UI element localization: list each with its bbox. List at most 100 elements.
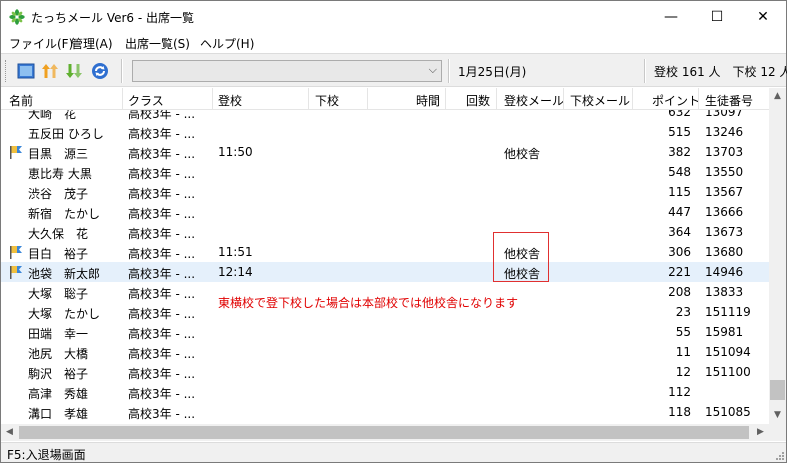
column-header-arrival-mail[interactable]: 登校メール (504, 92, 564, 109)
cell-points: 12 (675, 365, 691, 379)
cell-points: 382 (668, 145, 691, 159)
exit-arrows-icon[interactable] (65, 62, 83, 80)
toolbar-grip[interactable] (5, 60, 8, 82)
cell-points: 11 (675, 345, 691, 359)
cell-class: 高校3年 - ... (128, 307, 196, 321)
table-row[interactable]: 池尻 大橋 高校3年 - ... 11 151094 (1, 342, 771, 362)
flag-icon (8, 144, 24, 160)
column-divider[interactable] (698, 88, 699, 110)
cell-class: 高校3年 - ... (128, 167, 196, 181)
table-row[interactable]: 高津 秀雄 高校3年 - ... 112 (1, 382, 771, 402)
table-row[interactable]: 溝口 孝雄 高校3年 - ... 118 151085 (1, 402, 771, 422)
vertical-scroll-thumb[interactable] (770, 380, 785, 400)
cell-class: 高校3年 - ... (128, 227, 196, 241)
list-header: 名前 クラス 登校 下校 時間 回数 登校メール 下校メール ポイント 生徒番号 (1, 88, 771, 110)
cell-class: 高校3年 - ... (128, 187, 196, 201)
column-divider[interactable] (632, 88, 633, 110)
cell-class: 高校3年 - ... (128, 367, 196, 381)
attendance-list[interactable]: 名前 クラス 登校 下校 時間 回数 登校メール 下校メール ポイント 生徒番号… (1, 88, 786, 424)
cell-class: 高校3年 - ... (128, 147, 196, 161)
enter-arrows-icon[interactable] (41, 62, 59, 80)
column-header-name[interactable]: 名前 (9, 92, 33, 109)
cell-class: 高校3年 - ... (128, 207, 196, 221)
cell-points: 23 (675, 305, 691, 319)
table-row[interactable]: 田端 幸一 高校3年 - ... 55 15981 (1, 322, 771, 342)
refresh-icon[interactable] (91, 62, 109, 80)
scroll-left-icon[interactable]: ◀ (1, 424, 18, 441)
table-row[interactable]: 大崎 花 高校3年 - ... 632 13097 (1, 110, 771, 122)
cell-points: 364 (668, 225, 691, 239)
cell-class: 高校3年 - ... (128, 287, 196, 301)
cell-points: 115 (668, 185, 691, 199)
column-header-arrival[interactable]: 登校 (218, 92, 242, 109)
column-header-departure[interactable]: 下校 (315, 92, 339, 109)
cell-student-id: 13666 (705, 205, 744, 219)
scroll-down-icon[interactable]: ▼ (769, 407, 786, 424)
menu-manage[interactable]: 管理(A) (71, 35, 113, 52)
maximize-button[interactable]: ☐ (694, 1, 740, 33)
cell-student-id: 151085 (705, 405, 751, 419)
column-divider[interactable] (308, 88, 309, 110)
column-header-class[interactable]: クラス (128, 92, 164, 109)
column-divider[interactable] (212, 88, 213, 110)
close-button[interactable]: ✕ (740, 1, 786, 33)
cell-points: 447 (668, 205, 691, 219)
column-header-time[interactable]: 時間 (416, 92, 440, 109)
annotation-note: 東横校で登下校した場合は本部校では他校舎になります (218, 296, 519, 310)
cell-points: 515 (668, 125, 691, 139)
cell-points: 55 (675, 325, 691, 339)
minimize-button[interactable]: — (648, 1, 694, 33)
cell-points: 548 (668, 165, 691, 179)
table-row[interactable]: 新宿 たかし 高校3年 - ... 447 13666 (1, 202, 771, 222)
flag-icon (8, 244, 24, 260)
vertical-scrollbar[interactable]: ▲ ▼ (769, 88, 786, 424)
column-header-departure-mail[interactable]: 下校メール (570, 92, 630, 109)
scroll-up-icon[interactable]: ▲ (769, 88, 786, 105)
menu-file[interactable]: ファイル(F) (9, 35, 73, 52)
table-row[interactable]: 目白 裕子 高校3年 - ... 11:51 他校舎 306 13680 (1, 242, 771, 262)
horizontal-scrollbar[interactable]: ◀ ▶ (1, 424, 769, 441)
cell-student-id: 13097 (705, 110, 744, 119)
horizontal-scroll-thumb[interactable] (19, 426, 749, 439)
cell-arrival: 11:50 (218, 145, 253, 159)
cell-class: 高校3年 - ... (128, 247, 196, 261)
table-row[interactable]: 目黒 源三 高校3年 - ... 11:50 他校舎 382 13703 (1, 142, 771, 162)
table-row[interactable]: 大久保 花 高校3年 - ... 364 13673 (1, 222, 771, 242)
column-divider[interactable] (445, 88, 446, 110)
cell-class: 高校3年 - ... (128, 327, 196, 341)
cell-name: 渋谷 茂子 (28, 187, 89, 201)
menu-bar: ファイル(F) 管理(A) 出席一覧(S) ヘルプ(H) (1, 33, 786, 53)
cell-student-id: 13550 (705, 165, 744, 179)
table-row[interactable]: 池袋 新太郎 高校3年 - ... 12:14 他校舎 221 14946 (1, 262, 771, 282)
table-row[interactable]: 駒沢 裕子 高校3年 - ... 12 151100 (1, 362, 771, 382)
column-header-student-id[interactable]: 生徒番号 (705, 92, 753, 109)
column-header-count[interactable]: 回数 (466, 92, 490, 109)
title-bar[interactable]: たっちメール Ver6 - 出席一覧 — ☐ ✕ (1, 1, 786, 33)
resize-grip-icon[interactable] (774, 450, 784, 460)
table-row[interactable]: 恵比寿 大黒 高校3年 - ... 548 13550 (1, 162, 771, 182)
cell-student-id: 13680 (705, 245, 744, 259)
date-display[interactable]: 1月25日(月) (458, 63, 526, 80)
cell-name: 田端 幸一 (28, 327, 89, 341)
table-row[interactable]: 五反田 ひろし 高校3年 - ... 515 13246 (1, 122, 771, 142)
cell-name: 駒沢 裕子 (28, 367, 89, 381)
scroll-right-icon[interactable]: ▶ (752, 424, 769, 441)
column-divider[interactable] (496, 88, 497, 110)
toolbar-separator (448, 59, 450, 83)
class-select[interactable]: ⌵ (132, 60, 442, 82)
cell-points: 306 (668, 245, 691, 259)
flag-icon (8, 264, 24, 280)
table-row[interactable]: 渋谷 茂子 高校3年 - ... 115 13567 (1, 182, 771, 202)
cell-student-id: 13703 (705, 145, 744, 159)
column-divider[interactable] (367, 88, 368, 110)
chevron-down-icon[interactable]: ⌵ (429, 63, 437, 77)
cell-arrival-mail: 他校舎 (504, 147, 541, 161)
scrollbar-corner (769, 424, 786, 441)
column-divider[interactable] (122, 88, 123, 110)
menu-attendance-list[interactable]: 出席一覧(S) (125, 35, 190, 52)
menu-help[interactable]: ヘルプ(H) (200, 35, 254, 52)
window-title: たっちメール Ver6 - 出席一覧 (31, 11, 195, 25)
list-view-icon[interactable] (17, 62, 35, 80)
column-header-points[interactable]: ポイント (652, 92, 700, 109)
column-divider[interactable] (563, 88, 564, 110)
